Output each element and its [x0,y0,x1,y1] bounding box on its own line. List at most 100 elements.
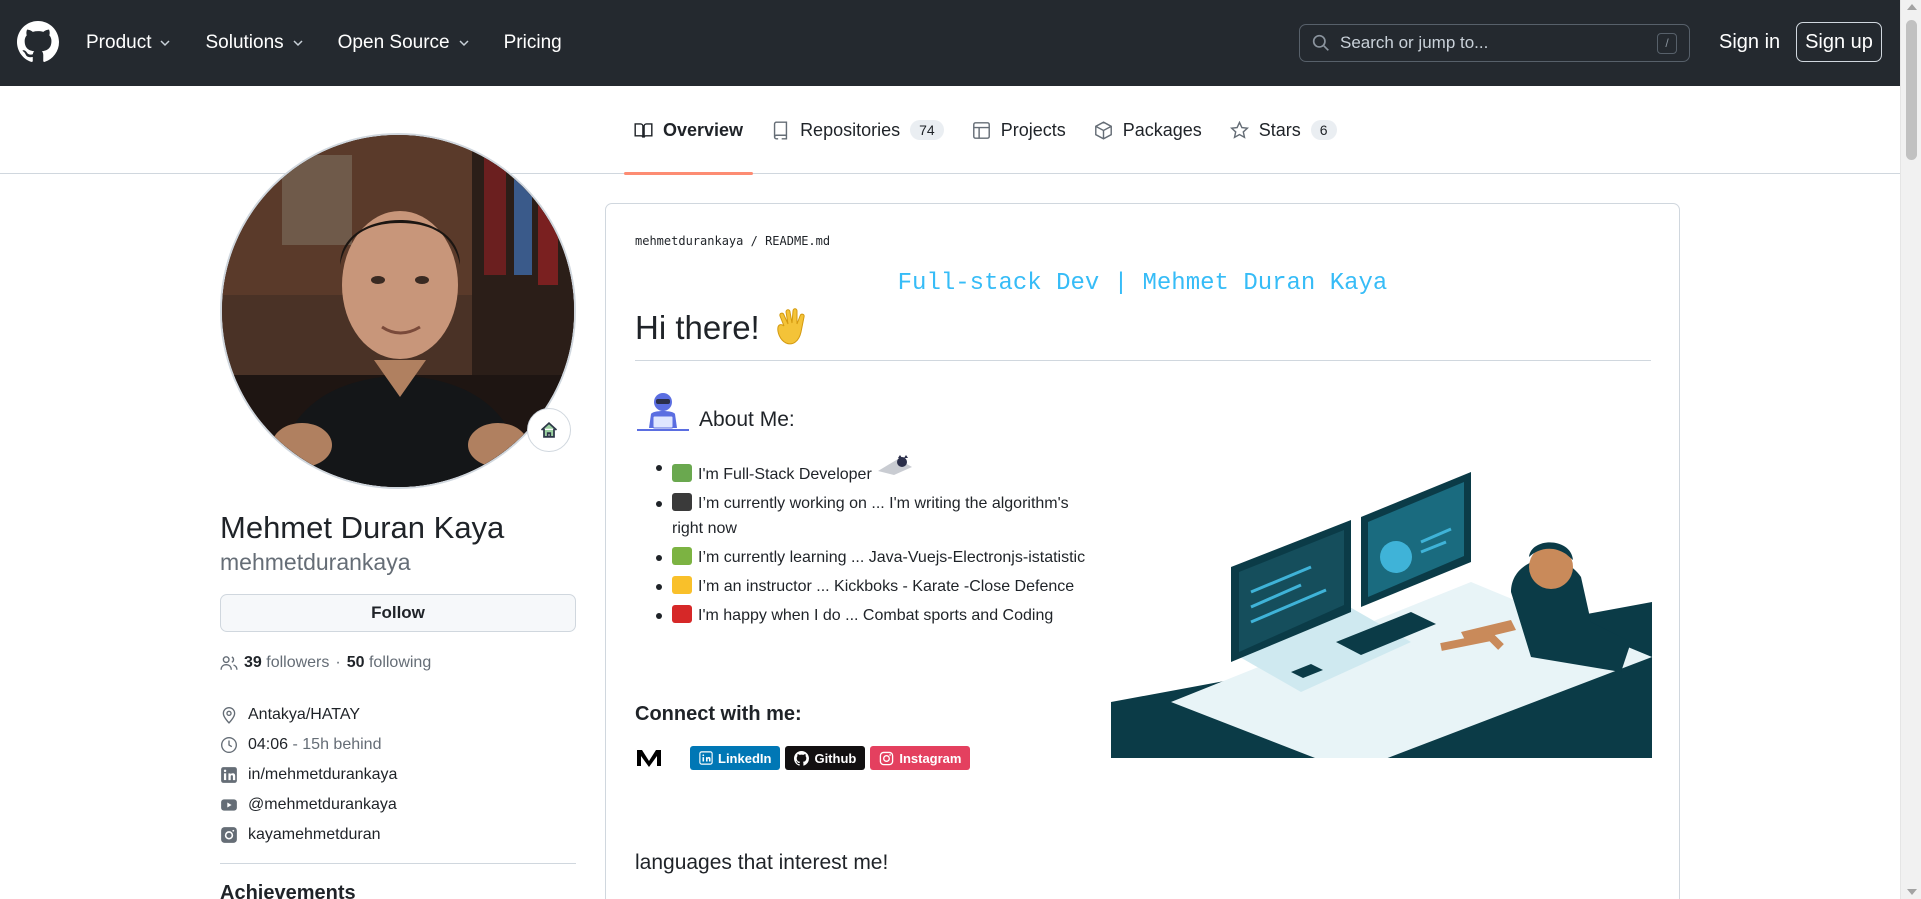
tab-repositories-label: Repositories [800,119,901,140]
youtube-item[interactable]: @mehmetdurankaya [220,790,397,820]
about-item-2: I’m currently working on ... I'm writing… [672,495,1069,537]
tab-projects[interactable]: Projects [962,86,1076,174]
location-pin-icon [222,707,236,724]
social-badges: LinkedIn Github Instagram [635,746,971,770]
about-item-5: I'm happy when I do ... Combat sports an… [698,607,1054,624]
star-icon [1229,120,1249,139]
typing-banner: Full-stack Dev | Mehmet Duran Kaya [897,270,1388,297]
nav-product-label: Product [86,32,152,53]
time-offset: - 15h behind [292,736,382,753]
linkedin-badge[interactable]: LinkedIn [690,746,781,770]
instagram-item[interactable]: kayamehmetduran [220,820,397,850]
following-label: following [368,654,432,671]
tab-overview[interactable]: Overview [624,86,754,175]
following-link[interactable]: 50 following [347,654,432,672]
nav-open-source-label: Open Source [337,32,450,53]
hacker-laptop-icon [637,393,689,431]
list-item: I’m currently working on ... I'm writing… [656,491,1096,541]
instagram-link[interactable]: kayamehmetduran [248,826,381,844]
list-item: I’m currently learning ... Java-Vuejs-El… [656,545,1096,570]
readme-path: mehmetdurankaya / README.md [635,234,830,248]
github-badge[interactable]: Github [785,746,866,770]
linkedin-item[interactable]: in/mehmetdurankaya [220,760,397,790]
developer-illustration [1111,472,1652,758]
followers-label: followers [266,654,330,671]
list-bullet [656,584,662,590]
readme-card: mehmetdurankaya / README.md Full-stack D… [605,203,1680,899]
repositories-count-badge: 74 [910,120,944,140]
nav-solutions-label: Solutions [205,32,284,53]
youtube-icon [221,799,237,811]
profile-tabbar: Overview Repositories 74 Projects Packag… [0,86,1900,175]
linkedin-icon [699,751,713,765]
package-icon [1094,120,1112,140]
avatar[interactable] [220,133,576,489]
local-time: 04:06 [248,736,289,753]
local-time-item: 04:06 - 15h behind [220,730,397,760]
about-me-title: About Me: [699,408,795,431]
readme-owner-link[interactable]: mehmetdurankaya [635,234,743,248]
scroll-down-arrow-icon[interactable] [1907,889,1917,895]
list-item: I'm happy when I do ... Combat sports an… [656,603,1096,628]
chevron-down-icon [459,40,469,47]
linkedin-badge-label: LinkedIn [718,750,772,766]
main-nav: Product Solutions Open Source Pricing [86,0,596,86]
location-text: Antakya/HATAY [248,706,361,723]
achievements-heading: Achievements [220,882,356,899]
hacker-cat-icon [878,455,913,475]
scroll-thumb[interactable] [1906,20,1917,160]
location-item: Antakya/HATAY [220,700,397,730]
page-scrollbar[interactable] [1900,0,1921,899]
connect-heading: Connect with me: [635,703,802,725]
instagram-icon [880,751,894,765]
github-logo-icon[interactable] [17,21,59,63]
nav-open-source[interactable]: Open Source [338,32,482,54]
sidebar-divider [220,863,576,864]
tab-stars[interactable]: Stars 6 [1220,86,1347,174]
search-input[interactable]: Search or jump to... / [1299,24,1690,62]
instagram-icon [221,827,237,843]
instagram-badge-label: Instagram [899,750,962,766]
readme-greeting: Hi there! [635,308,810,348]
list-bullet [656,555,662,561]
repo-icon [773,120,788,140]
readme-file-link[interactable]: README.md [765,234,830,248]
lightning-icon [672,576,692,594]
clock-icon [221,737,237,753]
seedling-icon [672,547,692,565]
chevron-down-icon [160,40,171,47]
site-header: Product Solutions Open Source Pricing Se… [0,0,1900,86]
scroll-up-arrow-icon[interactable] [1907,4,1917,10]
follow-button[interactable]: Follow [220,594,576,632]
waving-hand-icon [777,308,805,345]
linkedin-icon [221,767,237,783]
followers-link[interactable]: 39 followers [244,654,329,672]
tab-repositories[interactable]: Repositories 74 [761,86,954,174]
list-bullet [656,613,662,619]
following-count: 50 [346,654,365,671]
readme-path-separator: / [750,234,758,248]
tab-stars-label: Stars [1258,119,1301,140]
sign-up-button[interactable]: Sign up [1796,22,1882,62]
nav-product[interactable]: Product [86,32,183,54]
medium-icon[interactable] [635,747,663,769]
about-item-1: I'm Full-Stack Developer [698,466,872,483]
github-badge-label: Github [814,750,857,766]
building-icon [672,464,692,482]
nav-pricing-label: Pricing [503,32,562,53]
status-emoji-button[interactable] [527,408,571,452]
tab-packages-label: Packages [1122,119,1202,140]
search-placeholder: Search or jump to... [1340,33,1489,52]
nav-pricing[interactable]: Pricing [504,32,574,54]
profile-username: mehmetdurankaya [220,549,411,575]
linkedin-link[interactable]: in/mehmetdurankaya [248,766,397,784]
instagram-badge[interactable]: Instagram [870,746,971,770]
list-bullet [656,465,662,471]
sign-in-link[interactable]: Sign in [1719,31,1780,54]
profile-details: Antakya/HATAY 04:06 - 15h behind in/mehm… [220,700,397,850]
tab-packages[interactable]: Packages [1084,86,1212,174]
youtube-link[interactable]: @mehmetdurankaya [248,796,397,814]
about-item-3: I’m currently learning ... Java-Vuejs-El… [698,549,1086,566]
nav-solutions[interactable]: Solutions [205,32,315,54]
greeting-text: Hi there! [635,309,760,346]
